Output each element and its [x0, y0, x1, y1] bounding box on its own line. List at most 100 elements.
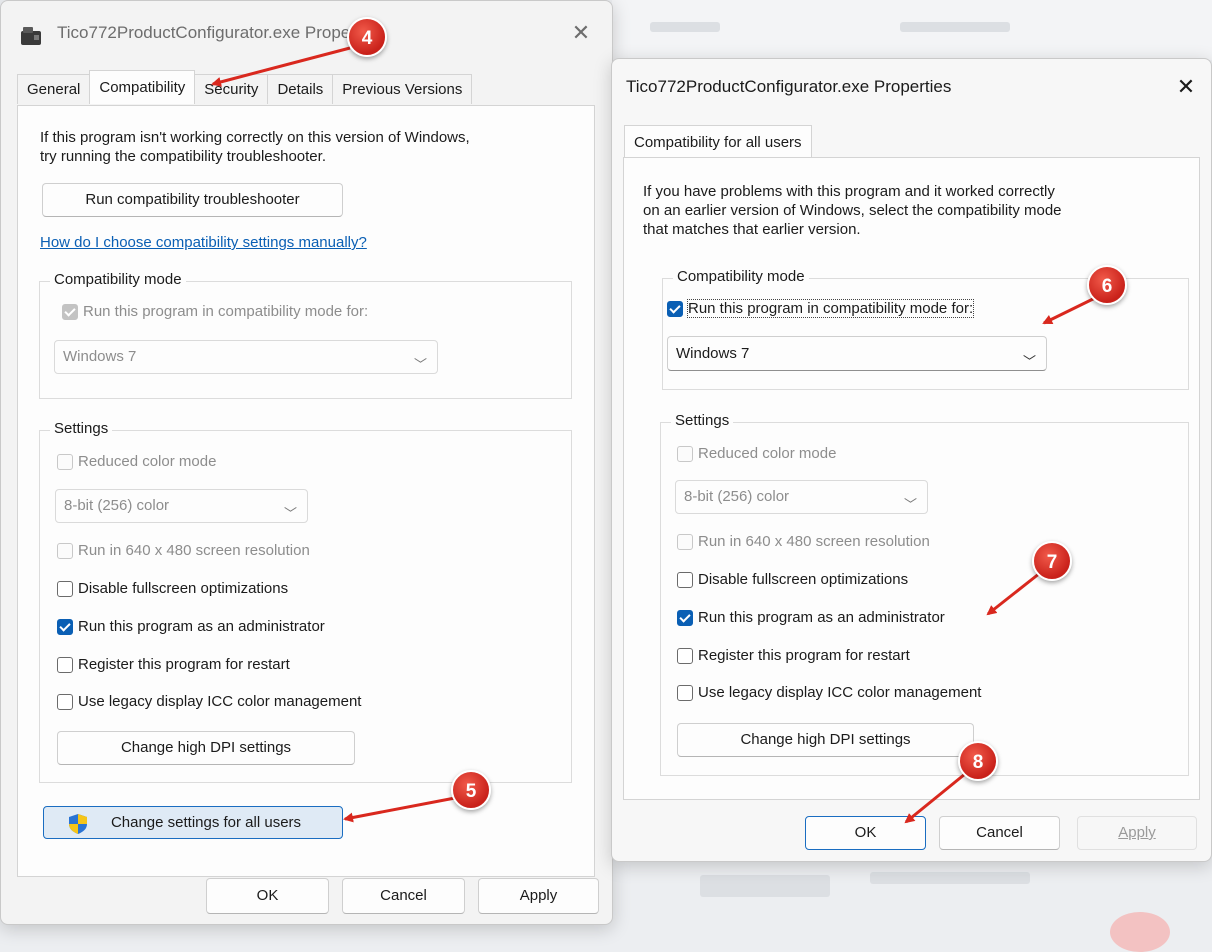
- properties-dialog: Tico772ProductConfigurator.exe Propertie…: [0, 0, 613, 925]
- checkbox-label: Run in 640 x 480 screen resolution: [78, 542, 310, 559]
- checkbox-label: Disable fullscreen optimizations: [698, 571, 909, 588]
- ok-button[interactable]: OK: [805, 816, 926, 850]
- close-button[interactable]: ✕: [566, 18, 596, 48]
- settings-group: Settings Reduced color mode 8-bit (256) …: [660, 412, 1189, 776]
- legacy-icc-checkbox[interactable]: Use legacy display ICC color management: [57, 693, 361, 710]
- compatibility-all-users-panel: If you have problems with this program a…: [623, 157, 1200, 800]
- compatibility-panel: If this program isn't working correctly …: [17, 105, 595, 877]
- title-bar: Tico772ProductConfigurator.exe Propertie…: [1, 1, 612, 61]
- compat-mode-select[interactable]: Windows 7 ﹀: [54, 340, 438, 374]
- background-blur: [700, 875, 830, 897]
- checkbox-box[interactable]: [667, 300, 683, 317]
- uac-shield-icon: [69, 814, 87, 834]
- compat-mode-select[interactable]: Windows 7 ﹀: [667, 336, 1047, 371]
- intro-line: If you have problems with this program a…: [643, 183, 1055, 200]
- checkbox-label: Use legacy display ICC color management: [78, 693, 362, 710]
- background-blur: [1110, 912, 1170, 952]
- checkbox-box[interactable]: [57, 580, 73, 597]
- run-troubleshooter-button[interactable]: Run compatibility troubleshooter: [42, 183, 343, 217]
- group-label: Settings: [671, 412, 734, 429]
- run-as-admin-checkbox[interactable]: Run this program as an administrator: [57, 618, 325, 635]
- close-button[interactable]: ✕: [1171, 72, 1201, 102]
- intro-text: If you have problems with this program a…: [643, 182, 1062, 239]
- disable-fullscreen-checkbox[interactable]: Disable fullscreen optimizations: [57, 580, 288, 597]
- cancel-button[interactable]: Cancel: [939, 816, 1060, 850]
- change-dpi-button[interactable]: Change high DPI settings: [677, 723, 974, 757]
- checkbox-box[interactable]: [57, 542, 73, 559]
- checkbox-label: Run this program as an administrator: [78, 618, 325, 635]
- checkbox-box[interactable]: [57, 453, 73, 470]
- checkbox-box[interactable]: [57, 693, 73, 710]
- checkbox-label: Run this program as an administrator: [698, 609, 945, 626]
- ok-button[interactable]: OK: [206, 878, 329, 914]
- checkbox-box[interactable]: [677, 533, 693, 550]
- checkbox-label: Run in 640 x 480 screen resolution: [698, 533, 930, 550]
- intro-line: that matches that earlier version.: [643, 221, 861, 238]
- select-value: Windows 7: [63, 348, 137, 365]
- compat-mode-checkbox[interactable]: Run this program in compatibility mode f…: [667, 299, 975, 318]
- compatibility-mode-group: Compatibility mode Run this program in c…: [39, 271, 572, 399]
- step-badge-5: 5: [451, 770, 491, 810]
- window-title: Tico772ProductConfigurator.exe Propertie…: [626, 77, 952, 96]
- checkbox-label: Register this program for restart: [78, 656, 290, 673]
- intro-line: on an earlier version of Windows, select…: [643, 202, 1062, 219]
- button-label: Apply: [1118, 824, 1156, 841]
- tab-general[interactable]: General: [17, 74, 91, 104]
- all-users-properties-dialog: Tico772ProductConfigurator.exe Propertie…: [611, 58, 1212, 862]
- group-label: Compatibility mode: [673, 268, 809, 285]
- apply-button[interactable]: Apply: [478, 878, 599, 914]
- register-restart-checkbox[interactable]: Register this program for restart: [677, 647, 910, 664]
- checkbox-box[interactable]: [57, 656, 73, 673]
- checkbox-label: Use legacy display ICC color management: [698, 684, 982, 701]
- checkbox-box[interactable]: [677, 684, 693, 701]
- run-as-admin-checkbox[interactable]: Run this program as an administrator: [677, 609, 945, 626]
- checkbox-label: Register this program for restart: [698, 647, 910, 664]
- checkbox-box[interactable]: [677, 571, 693, 588]
- intro-line: try running the compatibility troublesho…: [40, 148, 326, 165]
- apply-button[interactable]: Apply: [1077, 816, 1197, 850]
- change-settings-all-users-button[interactable]: Change settings for all users: [43, 806, 343, 839]
- checkbox-box[interactable]: [677, 609, 693, 626]
- disable-fullscreen-checkbox[interactable]: Disable fullscreen optimizations: [677, 571, 908, 588]
- intro-line: If this program isn't working correctly …: [40, 129, 470, 146]
- checkbox-box[interactable]: [62, 303, 78, 320]
- checkbox-box[interactable]: [57, 618, 73, 635]
- select-value: Windows 7: [676, 345, 750, 362]
- intro-text: If this program isn't working correctly …: [40, 128, 470, 166]
- register-restart-checkbox[interactable]: Register this program for restart: [57, 656, 290, 673]
- checkbox-label: Run this program in compatibility mode f…: [83, 303, 369, 320]
- resolution-640-checkbox[interactable]: Run in 640 x 480 screen resolution: [677, 533, 930, 550]
- background-blur: [650, 22, 720, 32]
- tab-compatibility[interactable]: Compatibility: [89, 70, 196, 104]
- compatibility-help-link[interactable]: How do I choose compatibility settings m…: [40, 234, 367, 251]
- reduced-color-checkbox[interactable]: Reduced color mode: [57, 453, 216, 470]
- select-value: 8-bit (256) color: [64, 497, 170, 514]
- color-mode-select[interactable]: 8-bit (256) color ﹀: [55, 489, 308, 523]
- resolution-640-checkbox[interactable]: Run in 640 x 480 screen resolution: [57, 542, 310, 559]
- checkbox-box[interactable]: [677, 445, 693, 462]
- tab-details[interactable]: Details: [267, 74, 334, 104]
- tab-compatibility-all-users[interactable]: Compatibility for all users: [624, 125, 812, 159]
- reduced-color-checkbox[interactable]: Reduced color mode: [677, 445, 836, 462]
- checkbox-label: Disable fullscreen optimizations: [78, 580, 289, 597]
- color-mode-select[interactable]: 8-bit (256) color ﹀: [675, 480, 928, 514]
- background-blur: [870, 872, 1030, 884]
- legacy-icc-checkbox[interactable]: Use legacy display ICC color management: [677, 684, 981, 701]
- tab-previous-versions[interactable]: Previous Versions: [332, 74, 473, 104]
- background-blur: [900, 22, 1010, 32]
- tab-security[interactable]: Security: [194, 74, 269, 104]
- change-dpi-button[interactable]: Change high DPI settings: [57, 731, 355, 765]
- step-badge-8: 8: [958, 741, 998, 781]
- select-value: 8-bit (256) color: [684, 488, 790, 505]
- group-label: Settings: [50, 420, 113, 437]
- cancel-button[interactable]: Cancel: [342, 878, 465, 914]
- compat-mode-checkbox[interactable]: Run this program in compatibility mode f…: [62, 303, 368, 320]
- step-badge-6: 6: [1087, 265, 1127, 305]
- title-bar: Tico772ProductConfigurator.exe Propertie…: [612, 59, 1211, 119]
- tab-strip: General Compatibility Security Details P…: [17, 70, 473, 105]
- application-icon: [21, 27, 41, 45]
- checkbox-box[interactable]: [677, 647, 693, 664]
- chevron-down-icon: ﹀: [413, 357, 427, 372]
- step-badge-7: 7: [1032, 541, 1072, 581]
- checkbox-label: Run this program in compatibility mode f…: [686, 299, 975, 318]
